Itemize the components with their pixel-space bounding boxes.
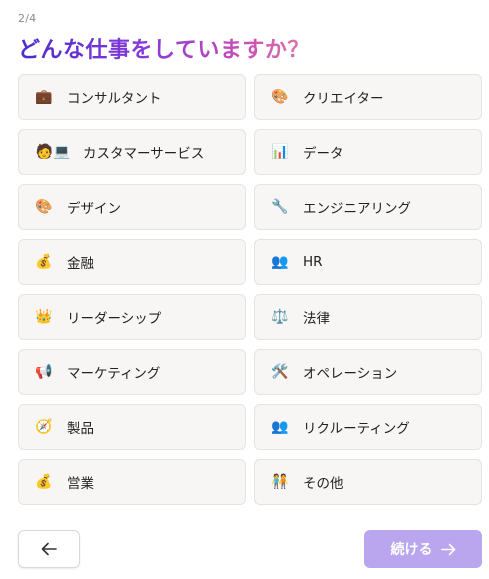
- role-option-label: クリエイター: [303, 91, 384, 107]
- role-option[interactable]: 📊 データ: [254, 129, 482, 175]
- role-option[interactable]: 📢 マーケティング: [18, 349, 246, 395]
- step-indicator: 2/4: [18, 12, 37, 25]
- role-option[interactable]: 🎨 クリエイター: [254, 74, 482, 120]
- people-holding-hands-icon: 🧑‍🤝‍🧑: [271, 474, 289, 490]
- role-option-label: その他: [303, 476, 344, 492]
- role-option[interactable]: 💰 営業: [18, 459, 246, 505]
- role-option-label: コンサルタント: [67, 91, 162, 107]
- role-option[interactable]: 👥 リクルーティング: [254, 404, 482, 450]
- wrench-icon: 🔧: [271, 199, 289, 215]
- money-bag-icon: 💰: [35, 474, 53, 490]
- people-icon: 👥: [271, 254, 289, 270]
- role-option-label: カスタマーサービス: [83, 146, 205, 162]
- crown-icon: 👑: [35, 309, 53, 325]
- role-option[interactable]: 👥 HR: [254, 239, 482, 285]
- role-option[interactable]: 👑 リーダーシップ: [18, 294, 246, 340]
- role-option-label: リーダーシップ: [67, 311, 162, 327]
- people-icon: 👥: [271, 419, 289, 435]
- role-option[interactable]: 🧑💻 カスタマーサービス: [18, 129, 246, 175]
- role-option[interactable]: 🧭 製品: [18, 404, 246, 450]
- role-option-label: エンジニアリング: [303, 201, 411, 217]
- role-option-label: 製品: [67, 421, 94, 437]
- arrow-left-icon: [41, 542, 57, 556]
- role-option-label: 金融: [67, 256, 94, 272]
- bar-chart-icon: 📊: [271, 144, 289, 160]
- role-option[interactable]: 🔧 エンジニアリング: [254, 184, 482, 230]
- role-option[interactable]: ⚖️ 法律: [254, 294, 482, 340]
- role-option-label: オペレーション: [303, 366, 398, 382]
- back-button[interactable]: [18, 530, 80, 568]
- role-option-label: デザイン: [67, 201, 121, 217]
- money-bag-icon: 💰: [35, 254, 53, 270]
- role-option[interactable]: 🧑‍🤝‍🧑 その他: [254, 459, 482, 505]
- scales-icon: ⚖️: [271, 309, 289, 325]
- briefcase-icon: 💼: [35, 89, 53, 105]
- compass-icon: 🧭: [35, 419, 53, 435]
- continue-button[interactable]: 続ける: [364, 530, 482, 568]
- palette-icon: 🎨: [35, 199, 53, 215]
- person-laptop-icon: 🧑💻: [35, 144, 71, 160]
- continue-button-label: 続ける: [390, 542, 433, 558]
- role-option-label: 法律: [303, 311, 330, 327]
- role-option-label: 営業: [67, 476, 94, 492]
- page-title: どんな仕事をしていますか？: [18, 32, 310, 64]
- role-option[interactable]: 💼 コンサルタント: [18, 74, 246, 120]
- role-option-label: HR: [303, 254, 323, 270]
- role-option-label: リクルーティング: [303, 421, 410, 437]
- role-option[interactable]: 🛠️ オペレーション: [254, 349, 482, 395]
- role-option-label: マーケティング: [67, 366, 161, 382]
- megaphone-icon: 📢: [35, 364, 53, 380]
- role-option-label: データ: [303, 146, 344, 162]
- tools-icon: 🛠️: [271, 364, 289, 380]
- palette-icon: 🎨: [271, 89, 289, 105]
- role-options-grid: 💼 コンサルタント 🎨 クリエイター 🧑💻 カスタマーサービス 📊 データ 🎨 デザイン 🔧 エンジニ…: [18, 74, 482, 505]
- arrow-right-icon: [440, 543, 456, 556]
- role-option[interactable]: 🎨 デザイン: [18, 184, 246, 230]
- role-option[interactable]: 💰 金融: [18, 239, 246, 285]
